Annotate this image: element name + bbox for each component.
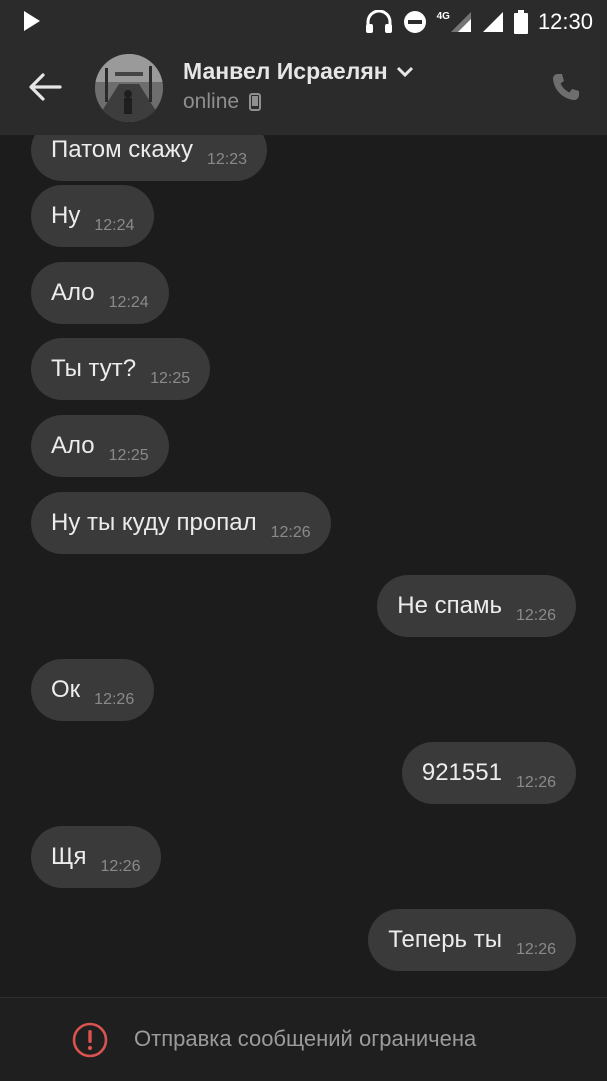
signal-icon-2 [482,12,503,32]
message-bubble-incoming[interactable]: Ну ты куду пропал 12:26 [31,492,331,554]
message-list[interactable]: Патом скажу 12:23 Ну 12:24 Ало 12:24 Ты … [0,135,607,997]
message-time: 12:25 [150,370,191,387]
message-text: Теперь ты [388,926,502,953]
message-text: Ало [51,432,95,459]
online-status: online [183,90,240,113]
back-arrow-icon[interactable] [28,72,62,102]
avatar[interactable] [95,54,163,122]
message-text: Ты тут? [51,355,137,382]
message-bubble-incoming[interactable]: Ок 12:26 [31,659,155,721]
message-time: 12:23 [207,151,248,168]
mobile-device-icon [249,93,262,111]
message-bubble-incoming[interactable]: Ты тут? 12:25 [31,338,211,400]
message-time: 12:24 [94,217,135,234]
message-bubble-incoming[interactable]: Ало 12:24 [31,262,169,324]
message-bubble-outgoing[interactable]: 921551 12:26 [401,742,576,804]
message-bubble-incoming[interactable]: Щя 12:26 [31,826,161,888]
message-time: 12:26 [515,607,556,624]
message-time: 12:25 [108,447,149,464]
network-type-label: 4G [436,10,450,22]
restriction-text: Отправка сообщений ограничена [134,1026,477,1051]
message-time: 12:26 [515,774,556,791]
status-bar: 4G 12:30 [0,0,607,44]
message-text: Патом скажу [51,136,194,163]
message-text: Ну ты куду пропал [51,509,257,536]
message-bubble-outgoing[interactable]: Не спамь 12:26 [377,575,576,637]
message-text: Ало [51,279,95,306]
headphones-icon [365,10,392,33]
message-bubble-incoming[interactable]: Ало 12:25 [31,415,169,477]
clock: 12:30 [537,9,593,34]
message-text: Не спамь [397,592,502,619]
message-bubble-incoming[interactable]: Патом скажу 12:23 [31,135,268,181]
phone-call-icon[interactable] [551,72,581,102]
do-not-disturb-icon [403,11,426,33]
warning-icon [72,1022,108,1058]
message-text: Ну [51,202,81,229]
chevron-down-icon[interactable] [396,66,414,78]
signal-icon [450,12,471,32]
contact-name[interactable]: Манвел Исраелян [183,58,388,85]
message-text: 921551 [421,759,502,786]
message-text: Щя [51,843,87,870]
message-time: 12:26 [100,858,141,875]
message-text: Ок [51,676,81,703]
play-icon [24,11,40,31]
message-time: 12:26 [94,691,135,708]
message-time: 12:24 [108,294,149,311]
battery-icon [513,10,528,34]
messaging-restricted-bar: Отправка сообщений ограничена [0,997,607,1081]
message-time: 12:26 [515,941,556,958]
message-bubble-incoming[interactable]: Ну 12:24 [31,185,155,247]
chat-header: Манвел Исраелян online [0,44,607,135]
message-bubble-outgoing[interactable]: Теперь ты 12:26 [368,909,576,971]
message-time: 12:26 [270,524,311,541]
